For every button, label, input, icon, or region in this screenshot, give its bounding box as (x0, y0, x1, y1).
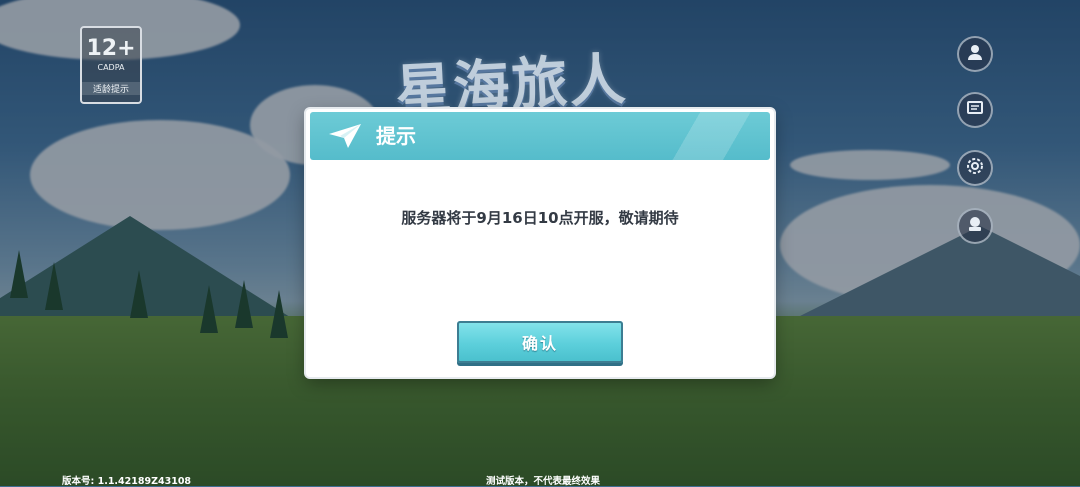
age-rating-label: 12+ (86, 36, 136, 61)
avatar-icon (966, 43, 984, 65)
test-version-note: 测试版本，不代表最终效果 (486, 476, 601, 487)
settings-button[interactable] (957, 150, 993, 186)
settings-gear-icon (966, 157, 984, 179)
dialog-message: 服务器将于9月16日10点开服，敬请期待 (401, 209, 679, 227)
user-center-button[interactable] (957, 208, 993, 244)
age-rating-sub: CADPA (97, 63, 125, 72)
age-rating-tip: 适龄提示 (82, 82, 140, 95)
notice-dialog: 提示 服务器将于9月16日10点开服，敬请期待 确认 (306, 109, 774, 377)
dialog-title: 提示 (376, 124, 416, 148)
notice-button[interactable] (957, 92, 993, 128)
paper-plane-icon (328, 122, 362, 150)
version-label: 版本号: 1.1.42189Z43108 (62, 476, 192, 487)
notice-icon (966, 99, 984, 121)
user-center-icon (966, 215, 984, 237)
avatar-button[interactable] (957, 36, 993, 72)
confirm-button[interactable]: 确认 (457, 321, 623, 363)
age-rating-badge[interactable]: 12+ CADPA 适龄提示 (80, 26, 142, 104)
dialog-header: 提示 (310, 112, 770, 160)
